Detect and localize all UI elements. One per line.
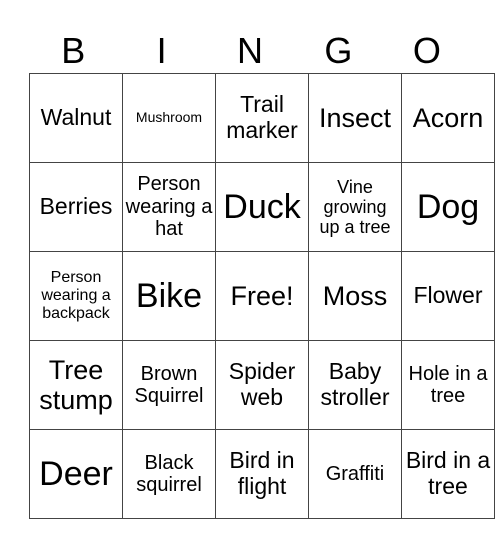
bingo-cell[interactable]: Bike	[122, 251, 216, 341]
header-letter-g: G	[324, 30, 353, 71]
header-letter-i: I	[156, 30, 167, 71]
bingo-cell[interactable]: Acorn	[401, 73, 495, 163]
grid-row: Walnut Mushroom Trail marker Insect Acor…	[29, 73, 495, 163]
bingo-cell[interactable]: Hole in a tree	[401, 340, 495, 430]
bingo-cell[interactable]: Person wearing a hat	[122, 162, 216, 252]
bingo-cell[interactable]: Black squirrel	[122, 429, 216, 519]
bingo-cell[interactable]: Tree stump	[29, 340, 123, 430]
grid-row: Person wearing a backpack Bike Free! Mos…	[29, 251, 495, 341]
grid-row: Berries Person wearing a hat Duck Vine g…	[29, 162, 495, 252]
bingo-cell[interactable]: Free!	[215, 251, 309, 341]
header-letter-o: O	[412, 30, 441, 71]
bingo-cell[interactable]: Duck	[215, 162, 309, 252]
bingo-cell[interactable]: Spider web	[215, 340, 309, 430]
bingo-cell[interactable]: Baby stroller	[308, 340, 402, 430]
bingo-cell[interactable]: Berries	[29, 162, 123, 252]
bingo-cell[interactable]: Person wearing a backpack	[29, 251, 123, 341]
bingo-grid: Walnut Mushroom Trail marker Insect Acor…	[29, 73, 495, 519]
bingo-cell[interactable]: Brown Squirrel	[122, 340, 216, 430]
bingo-cell[interactable]: Moss	[308, 251, 402, 341]
bingo-cell[interactable]: Dog	[401, 162, 495, 252]
bingo-cell[interactable]: Insect	[308, 73, 402, 163]
bingo-header: B I N G O	[29, 30, 471, 72]
grid-row: Deer Black squirrel Bird in flight Graff…	[29, 429, 495, 519]
grid-row: Tree stump Brown Squirrel Spider web Bab…	[29, 340, 495, 430]
header-letter-n: N	[237, 30, 264, 71]
bingo-cell[interactable]: Deer	[29, 429, 123, 519]
header-letter-b: B	[61, 30, 86, 71]
bingo-cell[interactable]: Trail marker	[215, 73, 309, 163]
bingo-cell[interactable]: Flower	[401, 251, 495, 341]
bingo-cell[interactable]: Vine growing up a tree	[308, 162, 402, 252]
bingo-cell[interactable]: Graffiti	[308, 429, 402, 519]
bingo-cell[interactable]: Bird in flight	[215, 429, 309, 519]
bingo-cell[interactable]: Walnut	[29, 73, 123, 163]
bingo-cell[interactable]: Bird in a tree	[401, 429, 495, 519]
bingo-cell[interactable]: Mushroom	[122, 73, 216, 163]
